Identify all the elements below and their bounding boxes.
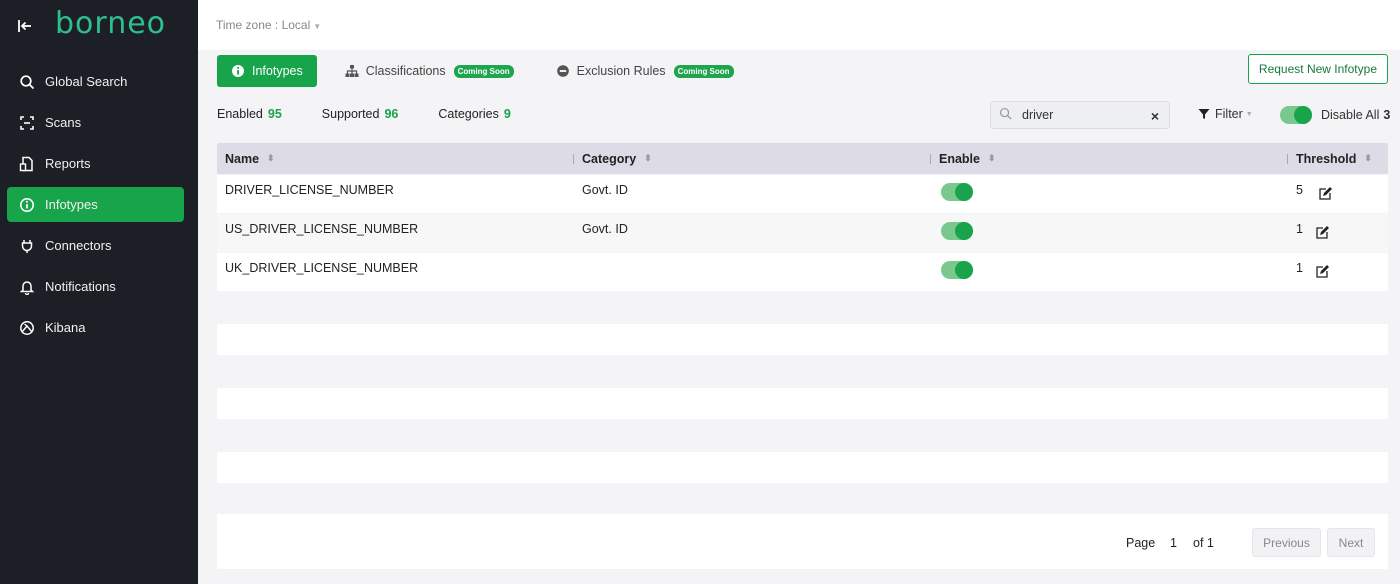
sidebar: borneo Global Search Scans Reports Infot… (0, 0, 198, 584)
empty-row (217, 324, 1388, 355)
info-filled-icon (231, 64, 245, 78)
cell-threshold: 1 (1296, 261, 1303, 275)
topbar: Time zone : Local ▼ (198, 0, 1400, 50)
sort-icon: ⬍ (267, 153, 275, 163)
sidebar-item-global-search[interactable]: Global Search (7, 64, 184, 99)
column-header-name[interactable]: Name ⬍ (225, 152, 275, 166)
sidebar-item-label: Notifications (45, 279, 116, 294)
search-icon (999, 107, 1012, 123)
coming-soon-badge: Coming Soon (673, 64, 734, 78)
empty-row (217, 292, 1388, 323)
page-number-input[interactable]: 1 (1170, 536, 1177, 550)
stat-enabled: Enabled 95 (217, 107, 282, 121)
page-label: Page (1126, 536, 1156, 550)
edit-icon[interactable] (1315, 226, 1329, 240)
sidebar-item-connectors[interactable]: Connectors (7, 228, 184, 263)
edit-icon[interactable] (1315, 265, 1329, 279)
sidebar-item-label: Reports (45, 156, 91, 171)
stats-bar: Enabled 95 Supported 96 Categories 9 (217, 107, 551, 121)
sidebar-item-infotypes[interactable]: Infotypes (7, 187, 184, 222)
coming-soon-badge: Coming Soon (453, 64, 514, 78)
column-divider (930, 154, 931, 164)
disable-all-toggle[interactable] (1280, 106, 1312, 124)
edit-icon[interactable] (1318, 187, 1332, 201)
cell-threshold: 1 (1296, 222, 1303, 236)
sidebar-item-label: Scans (45, 115, 82, 130)
table-row: DRIVER_LICENSE_NUMBER Govt. ID 5 (217, 175, 1388, 213)
sidebar-item-scans[interactable]: Scans (7, 105, 184, 140)
tab-bar: Infotypes Classifications Coming Soon Ex… (217, 55, 762, 87)
sidebar-nav: Global Search Scans Reports Infotypes Co… (7, 64, 184, 351)
plug-icon (19, 238, 35, 254)
sort-icon: ⬍ (644, 153, 652, 163)
column-divider (573, 154, 574, 164)
disable-all-control: Disable All 3 (1280, 106, 1390, 124)
caret-down-icon: ▼ (1245, 110, 1253, 118)
cell-threshold: 5 (1296, 183, 1303, 197)
cell-name: UK_DRIVER_LICENSE_NUMBER (225, 261, 419, 275)
sidebar-item-reports[interactable]: Reports (7, 146, 184, 181)
search-icon (19, 74, 35, 90)
kibana-icon (19, 320, 35, 336)
sidebar-item-label: Kibana (45, 320, 86, 335)
sidebar-item-notifications[interactable]: Notifications (7, 269, 184, 304)
stat-categories: Categories 9 (438, 107, 511, 121)
enable-toggle[interactable] (941, 183, 973, 201)
filter-icon (1198, 108, 1210, 120)
info-circle-icon (19, 197, 35, 213)
scan-icon (19, 115, 35, 131)
search-box: × (990, 101, 1170, 129)
minus-circle-icon (556, 64, 570, 78)
cell-name: DRIVER_LICENSE_NUMBER (225, 183, 394, 197)
enable-toggle[interactable] (941, 261, 973, 279)
infotypes-table: Name ⬍ Category ⬍ Enable ⬍ Threshold ⬍ DRIVE… (217, 143, 1388, 515)
column-header-category[interactable]: Category ⬍ (582, 152, 652, 166)
page-total: of 1 (1193, 536, 1214, 550)
sidebar-item-label: Global Search (45, 74, 128, 89)
cell-category: Govt. ID (582, 222, 628, 236)
pagination-bar: Page 1 of 1 Previous Next (217, 514, 1388, 569)
sort-icon: ⬍ (988, 153, 996, 163)
bell-icon (19, 279, 35, 295)
sidebar-item-label: Infotypes (45, 197, 98, 212)
search-input[interactable] (1022, 108, 1142, 122)
next-page-button[interactable]: Next (1327, 528, 1375, 557)
table-row: UK_DRIVER_LICENSE_NUMBER 1 (217, 253, 1388, 291)
sort-icon: ⬍ (1364, 153, 1372, 163)
tab-classifications[interactable]: Classifications Coming Soon (331, 55, 528, 87)
filter-button[interactable]: Filter ▼ (1198, 107, 1253, 121)
hierarchy-icon (345, 64, 359, 78)
sidebar-item-kibana[interactable]: Kibana (7, 310, 184, 345)
previous-page-button[interactable]: Previous (1252, 528, 1321, 557)
app-logo[interactable]: borneo (55, 6, 166, 41)
table-row: US_DRIVER_LICENSE_NUMBER Govt. ID 1 (217, 214, 1388, 252)
request-new-infotype-button[interactable]: Request New Infotype (1247, 54, 1388, 84)
cell-category: Govt. ID (582, 183, 628, 197)
empty-row (217, 388, 1388, 419)
stat-supported: Supported 96 (321, 107, 399, 121)
table-header: Name ⬍ Category ⬍ Enable ⬍ Threshold ⬍ (217, 143, 1388, 174)
main-content: Time zone : Local ▼ Infotypes Classificat… (198, 0, 1400, 584)
clear-search-icon[interactable]: × (1151, 108, 1159, 124)
sidebar-item-label: Connectors (45, 238, 112, 253)
reports-icon (19, 156, 35, 172)
tab-exclusion-rules[interactable]: Exclusion Rules Coming Soon (542, 55, 748, 87)
empty-row (217, 484, 1388, 515)
column-divider (1287, 154, 1288, 164)
empty-row (217, 452, 1388, 483)
empty-row (217, 420, 1388, 451)
enable-toggle[interactable] (941, 222, 973, 240)
empty-row (217, 356, 1388, 387)
column-header-enable[interactable]: Enable ⬍ (939, 152, 996, 166)
timezone-selector[interactable]: Time zone : Local ▼ (216, 18, 321, 32)
collapse-sidebar-icon[interactable] (16, 17, 34, 35)
tab-infotypes[interactable]: Infotypes (217, 55, 317, 87)
caret-down-icon: ▼ (313, 22, 322, 31)
cell-name: US_DRIVER_LICENSE_NUMBER (225, 222, 419, 236)
column-header-threshold[interactable]: Threshold ⬍ (1296, 152, 1372, 166)
